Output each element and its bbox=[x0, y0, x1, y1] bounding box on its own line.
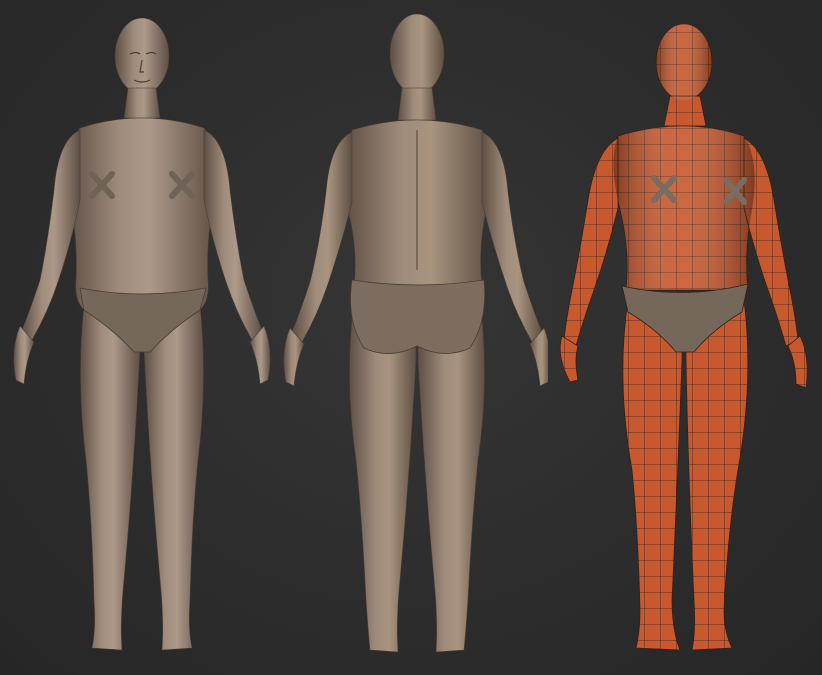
front-view-figure bbox=[13, 17, 271, 651]
wireframe-view-figure bbox=[559, 23, 808, 651]
back-view-figure bbox=[283, 13, 548, 653]
viewport-canvas bbox=[0, 0, 822, 675]
back-garment bbox=[350, 279, 486, 354]
